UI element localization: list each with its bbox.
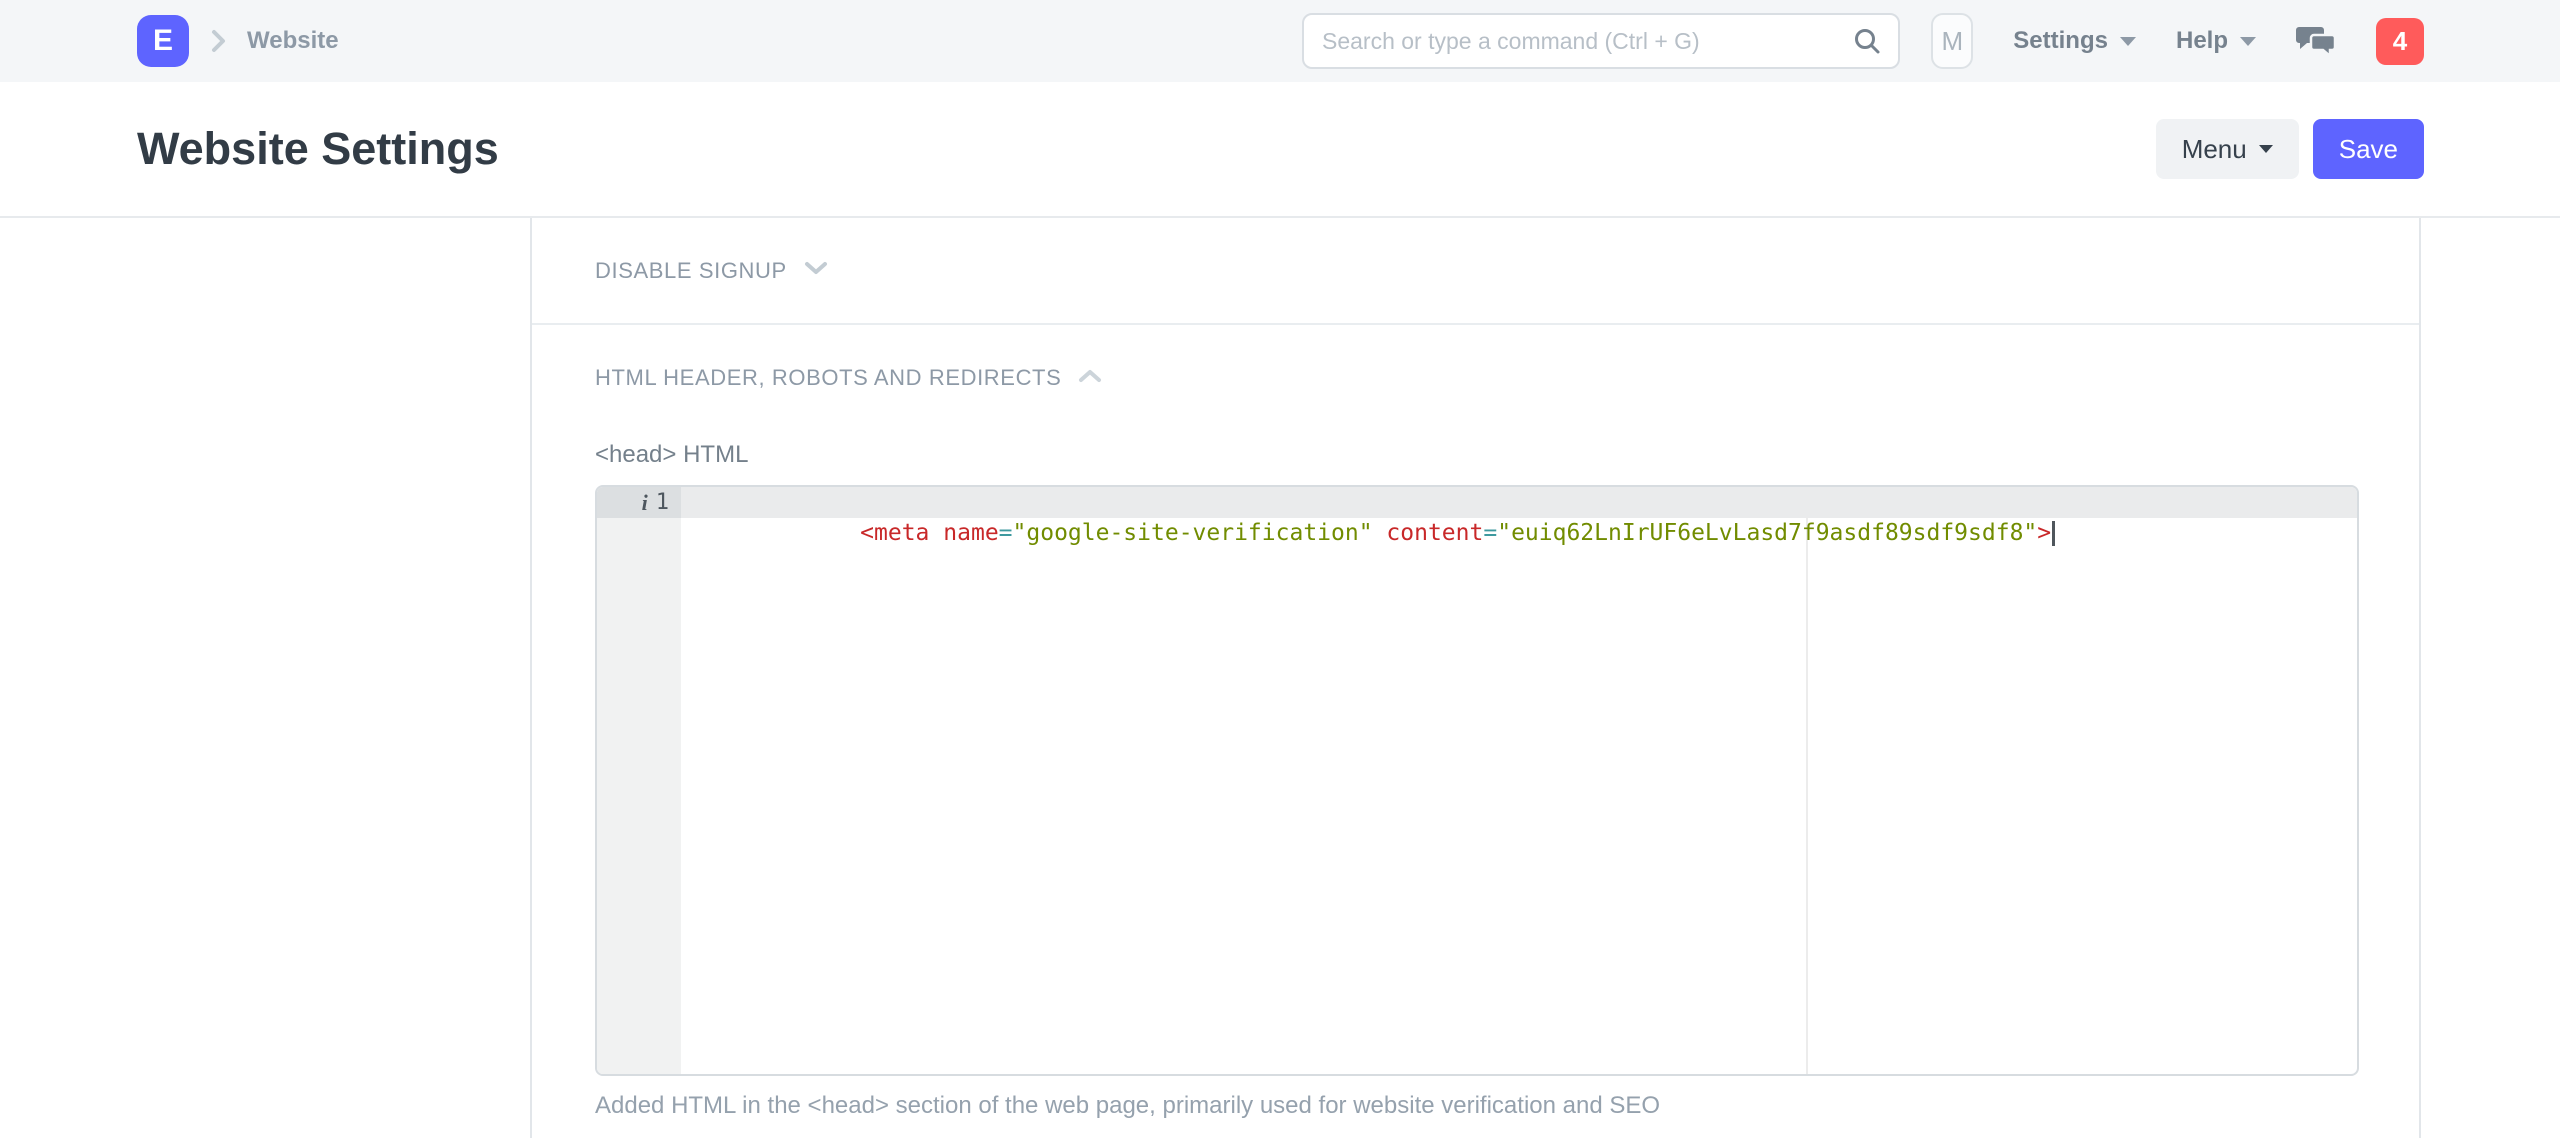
code-tokens: <meta name="google-site-verification" co… — [860, 520, 2051, 546]
head-html-label: <head> HTML — [595, 441, 2356, 469]
section-divider — [532, 323, 2419, 325]
chevron-down-icon[interactable] — [803, 259, 829, 282]
page-actions: Menu Save — [2156, 119, 2424, 179]
caret-down-icon — [2259, 145, 2273, 153]
editor-code-area[interactable]: <meta name="google-site-verification" co… — [681, 487, 2357, 1074]
avatar[interactable]: M — [1931, 13, 1973, 69]
section-html-header-label: HTML HEADER, ROBOTS AND REDIRECTS — [595, 365, 1061, 391]
navbar: E Website M Settings Help — [0, 0, 2560, 82]
form-body: DISABLE SIGNUP HTML HEADER, ROBOTS AND R… — [0, 218, 2560, 1138]
line-number: 1 — [656, 490, 669, 515]
chevron-up-icon[interactable] — [1077, 367, 1103, 390]
editor-gutter-active-cell: i 1 — [597, 487, 681, 518]
head-html-description: Added HTML in the <head> section of the … — [595, 1092, 2356, 1120]
section-html-header: HTML HEADER, ROBOTS AND REDIRECTS <head>… — [532, 365, 2419, 1120]
chat-icon[interactable] — [2296, 23, 2336, 59]
section-html-header-toggle[interactable]: HTML HEADER, ROBOTS AND REDIRECTS — [595, 365, 2356, 391]
search-input[interactable] — [1304, 28, 1852, 55]
info-annotation-icon: i — [642, 490, 648, 516]
text-cursor — [2052, 521, 2055, 546]
settings-dropdown-label: Settings — [2013, 27, 2108, 55]
form-card: DISABLE SIGNUP HTML HEADER, ROBOTS AND R… — [530, 218, 2421, 1138]
save-button[interactable]: Save — [2313, 119, 2424, 179]
section-disable-signup[interactable]: DISABLE SIGNUP — [532, 218, 2419, 323]
head-html-code-editor[interactable]: i 1 <meta name="google-site-verification… — [595, 485, 2359, 1076]
editor-print-margin — [1806, 518, 1808, 1074]
settings-dropdown[interactable]: Settings — [2013, 27, 2136, 55]
page-head: Website Settings Menu Save — [0, 82, 2560, 218]
app-logo[interactable]: E — [137, 15, 189, 67]
editor-gutter: i 1 — [597, 487, 681, 1074]
section-disable-signup-label: DISABLE SIGNUP — [595, 258, 787, 284]
navbar-left: E Website — [137, 0, 339, 82]
breadcrumb[interactable]: Website — [247, 27, 339, 55]
notification-badge[interactable]: 4 — [2376, 18, 2424, 65]
help-dropdown[interactable]: Help — [2176, 27, 2256, 55]
caret-down-icon — [2240, 37, 2256, 46]
global-search[interactable] — [1302, 13, 1900, 69]
help-dropdown-label: Help — [2176, 27, 2228, 55]
search-icon[interactable] — [1852, 26, 1882, 56]
page-title: Website Settings — [137, 123, 499, 175]
app-logo-letter: E — [153, 24, 173, 58]
caret-down-icon — [2120, 37, 2136, 46]
save-button-label: Save — [2339, 134, 2398, 165]
menu-button-label: Menu — [2182, 134, 2247, 165]
breadcrumb-chevron-icon — [207, 28, 229, 54]
code-line: <meta name="google-site-verification" co… — [681, 487, 2357, 518]
notification-count: 4 — [2393, 26, 2407, 57]
menu-button[interactable]: Menu — [2156, 119, 2299, 179]
navbar-right: M Settings Help 4 — [1931, 0, 2424, 82]
avatar-letter: M — [1941, 26, 1963, 57]
